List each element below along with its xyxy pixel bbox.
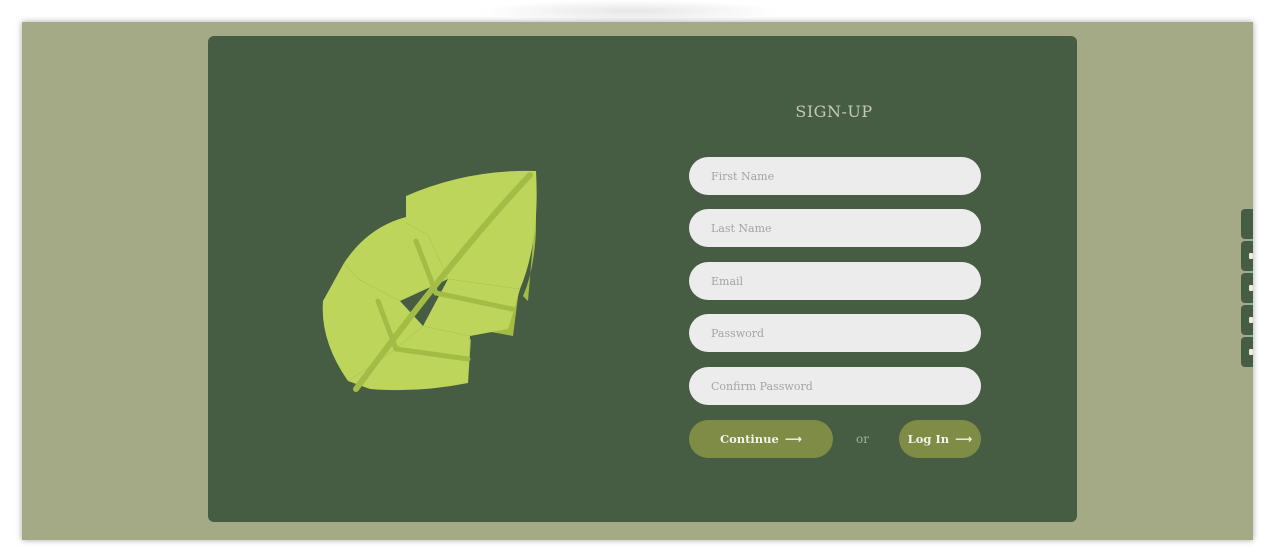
- side-tab-1[interactable]: [1241, 209, 1253, 239]
- password-input[interactable]: [689, 314, 981, 352]
- continue-button-label: Continue: [719, 432, 779, 446]
- side-tab-icon: [1249, 253, 1253, 259]
- side-tab-icon: [1249, 317, 1253, 323]
- confirm-password-input[interactable]: [689, 367, 981, 405]
- side-tab-strip: [1241, 209, 1253, 367]
- continue-button[interactable]: Continue ⟶: [689, 420, 833, 458]
- form-title: SIGN-UP: [795, 102, 873, 121]
- leaf-icon: [308, 161, 548, 401]
- signup-card: SIGN-UP Continue ⟶ or Log In ⟶: [208, 36, 1077, 522]
- login-button[interactable]: Log In ⟶: [899, 420, 981, 458]
- side-tab-icon: [1249, 285, 1253, 291]
- side-tab-3[interactable]: [1241, 273, 1253, 303]
- last-name-input[interactable]: [689, 209, 981, 247]
- side-tab-2[interactable]: [1241, 241, 1253, 271]
- arrow-right-icon: ⟶: [955, 432, 973, 446]
- email-input[interactable]: [689, 262, 981, 300]
- login-button-label: Log In: [907, 432, 950, 446]
- first-name-input[interactable]: [689, 157, 981, 195]
- screenshot-frame: SIGN-UP Continue ⟶ or Log In ⟶: [0, 0, 1272, 560]
- page-background: SIGN-UP Continue ⟶ or Log In ⟶: [22, 22, 1253, 540]
- side-tab-5[interactable]: [1241, 337, 1253, 367]
- side-tab-4[interactable]: [1241, 305, 1253, 335]
- top-blur-decoration: [480, 0, 780, 22]
- or-separator: or: [856, 432, 869, 446]
- arrow-right-icon: ⟶: [784, 432, 803, 446]
- side-tab-icon: [1249, 349, 1253, 355]
